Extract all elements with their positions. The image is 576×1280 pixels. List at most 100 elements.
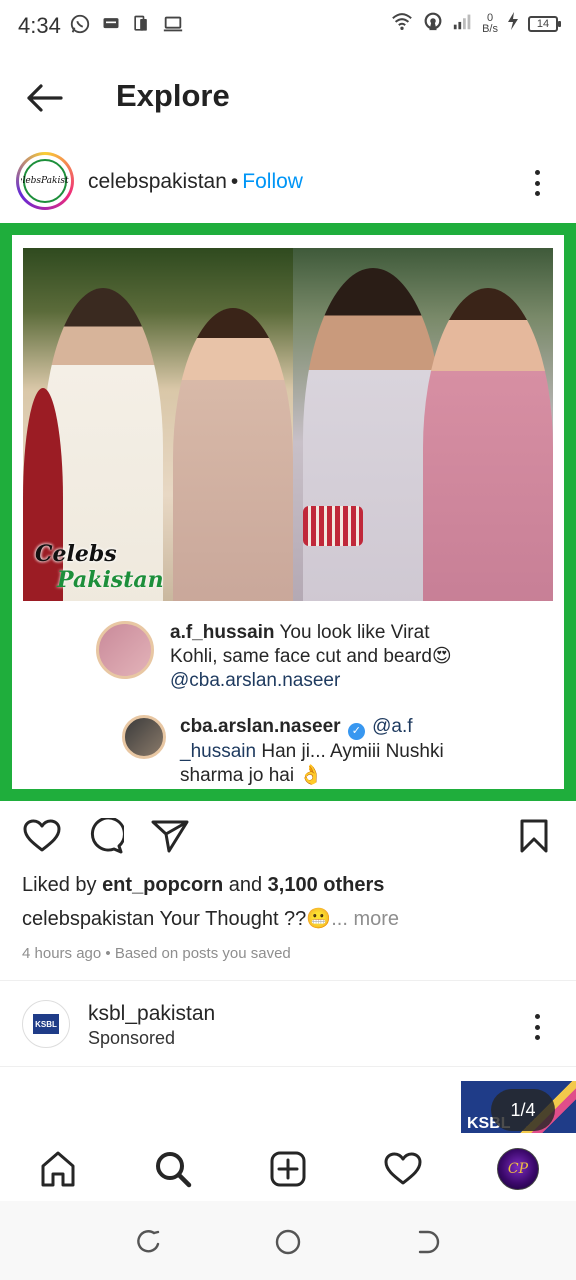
sponsor-username[interactable]: ksbl_pakistan <box>88 1002 215 1026</box>
network-speed-unit: B/s <box>482 22 498 35</box>
celebs-pakistan-logo: Celebs Pakistan <box>21 159 69 203</box>
comment-avatar <box>122 715 166 759</box>
comment-text: a.f_hussain You look like Virat Kohli, s… <box>170 621 476 693</box>
more-dot-icon <box>534 1014 540 1019</box>
wedding-photo-right <box>293 248 553 601</box>
post-author-avatar[interactable]: Celebs Pakistan <box>16 152 74 210</box>
back-button[interactable] <box>22 78 66 118</box>
nav-home[interactable] <box>36 1147 80 1191</box>
network-speed: 0 B/s <box>482 11 498 35</box>
watermark-text-bottom: Pakistan <box>57 567 164 593</box>
carousel-counter: 1/4 <box>491 1089 555 1131</box>
comment-username: a.f_hussain <box>170 622 275 643</box>
likes-and: and <box>223 874 268 896</box>
comment-mention: @cba.arslan.naseer <box>170 670 341 691</box>
add-post-icon <box>270 1151 306 1187</box>
nav-profile[interactable]: CP <box>496 1147 540 1191</box>
caption-more-link[interactable]: ... more <box>331 908 399 930</box>
post-actions <box>0 812 576 862</box>
sponsored-label: Sponsored <box>88 1028 176 1048</box>
search-icon <box>156 1152 192 1188</box>
post-header: Celebs Pakistan celebspakistan•Follow <box>0 150 576 216</box>
post-options-button[interactable] <box>525 166 549 200</box>
more-dot-icon <box>534 180 540 186</box>
comment-avatar <box>96 621 154 679</box>
follow-button[interactable]: Follow <box>242 170 303 193</box>
comment-icon <box>90 818 124 854</box>
arrow-left-icon <box>27 84 63 112</box>
likes-prefix: Liked by <box>22 874 103 896</box>
sponsor-avatar[interactable]: KSBL <box>22 1000 70 1048</box>
likes-count[interactable]: 3,100 others <box>268 874 385 896</box>
nav-search[interactable] <box>151 1147 195 1191</box>
caption-text: Your Thought ??😬 <box>154 908 332 930</box>
send-icon <box>151 820 189 853</box>
recent-apps-button[interactable] <box>133 1227 163 1257</box>
bride-figure-right <box>423 288 553 601</box>
back-gesture-icon <box>418 1230 440 1254</box>
post-meta: 4 hours ago • Based on posts you saved <box>22 945 291 962</box>
signal-icon <box>452 11 474 36</box>
network-speed-value: 0 <box>486 11 494 24</box>
bangles <box>303 506 363 546</box>
status-bar: 4:34 0 B/s 14 <box>0 0 576 52</box>
app-header: Explore <box>0 62 576 132</box>
avatar-logo-text-bottom: Pakistan <box>41 175 69 186</box>
screenshot-comment-2: cba.arslan.naseer ✓ @a.f _hussain Han ji… <box>122 715 452 788</box>
divider <box>0 980 576 981</box>
groom-figure-right <box>303 268 443 601</box>
caption: celebspakistan Your Thought ??😬... more <box>22 906 399 931</box>
more-dot-icon <box>534 1035 540 1040</box>
circle-home-icon <box>275 1229 301 1255</box>
status-system-icons: 0 B/s 14 <box>390 10 561 37</box>
message-icon <box>101 14 121 39</box>
bottom-navigation: CP <box>0 1135 576 1201</box>
screenshot-comment-1: a.f_hussain You look like Virat Kohli, s… <box>96 621 476 693</box>
share-button[interactable] <box>150 816 190 856</box>
avatar-inner: Celebs Pakistan <box>19 155 71 207</box>
photo-collage: Celebs Pakistan <box>23 248 553 601</box>
save-button[interactable] <box>514 816 554 856</box>
more-dot-icon <box>534 1024 540 1030</box>
charging-icon <box>506 11 520 36</box>
nav-new-post[interactable] <box>266 1147 310 1191</box>
verified-badge-icon: ✓ <box>347 723 365 740</box>
wifi-icon <box>390 10 414 37</box>
more-dot-icon <box>534 191 540 196</box>
more-dot-icon <box>534 170 540 175</box>
battery-icon: 14 <box>528 15 561 32</box>
wedding-photo-left: Celebs Pakistan <box>23 248 293 601</box>
comment-button[interactable] <box>86 816 126 856</box>
likes-line[interactable]: Liked by ent_popcorn and 3,100 others <box>22 874 384 897</box>
post-author-line: celebspakistan • Follow <box>88 170 303 194</box>
nav-activity[interactable] <box>381 1147 425 1191</box>
post-image-content: Celebs Pakistan a.f_hussain You look lik… <box>12 235 564 789</box>
recent-apps-icon <box>137 1230 160 1253</box>
page-title: Explore <box>116 78 230 113</box>
bride-figure <box>173 308 293 601</box>
hotspot-icon <box>422 10 444 37</box>
status-time: 4:34 <box>18 13 61 38</box>
profile-avatar: CP <box>497 1148 539 1190</box>
divider <box>0 1066 576 1067</box>
back-system-button[interactable] <box>413 1227 443 1257</box>
caption-username[interactable]: celebspakistan <box>22 908 154 930</box>
whatsapp-icon <box>69 13 91 40</box>
laptop-icon <box>161 13 185 40</box>
avatar-logo-text-top: Celebs <box>21 175 42 186</box>
status-notification-icons <box>69 13 185 40</box>
like-button[interactable] <box>22 816 62 856</box>
sponsored-post-header: KSBL ksbl_pakistan Sponsored <box>0 996 576 1056</box>
ksbl-logo: KSBL <box>33 1014 59 1034</box>
sim-icon <box>131 13 151 40</box>
sponsor-options-button[interactable] <box>525 1010 549 1044</box>
activity-heart-icon <box>384 1152 422 1185</box>
post-author-username[interactable]: celebspakistan <box>88 170 227 193</box>
battery-level: 14 <box>536 17 550 30</box>
heart-icon <box>23 819 61 852</box>
post-image[interactable]: Celebs Pakistan a.f_hussain You look lik… <box>0 223 576 801</box>
separator-dot: • <box>230 170 239 193</box>
home-system-button[interactable] <box>273 1227 303 1257</box>
watermark-text-top: Celebs <box>35 541 117 567</box>
likes-user[interactable]: ent_popcorn <box>102 874 223 896</box>
